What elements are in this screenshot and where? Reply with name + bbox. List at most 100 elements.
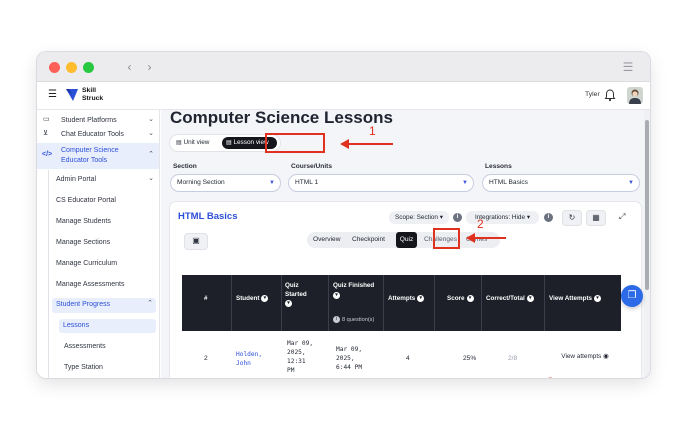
column-header-attempts[interactable]: Attempts ▾ [388,294,425,303]
sidebar-item-manage-assessments[interactable]: Manage Assessments [37,279,159,292]
sidebar-item-label: Type Station [64,364,103,371]
correct-total-value: 2/8 [508,355,518,362]
annotation-arrowhead-1 [340,139,349,149]
refresh-icon[interactable]: ↻ [562,210,582,226]
column-divider [544,275,545,331]
expand-icon[interactable]: ⤢ [619,212,625,222]
sidebar-item-assessments[interactable]: Assessments [37,341,159,354]
code-icon: </> [42,151,53,158]
sidebar-item-manage-students[interactable]: Manage Students [37,216,159,229]
student-name-line2: John [236,360,251,367]
quiz-started-value: Mar 09, 2025, 12:31 PM [287,339,313,375]
column-header-label: View Attempts [549,295,593,302]
sidebar-item-chat-educator-tools[interactable]: ⊻ Chat Educator Tools ⌄ [37,129,159,142]
sidebar-toggle-icon[interactable]: ☰ [620,60,636,74]
course-units-select-value: HTML 1 [295,179,319,186]
minimize-window-button[interactable] [66,62,77,73]
column-header-label: Score [447,295,465,302]
back-icon[interactable]: ‹ [121,59,138,76]
lessons-select[interactable]: HTML Basics ▼ [482,174,640,192]
column-header-student[interactable]: Student ▾ [236,294,269,303]
annotation-step-2: 2 [477,217,484,231]
chevron-up-icon: ⌃ [147,300,153,307]
download-box-icon: ⊻ [43,130,49,137]
logo-text-line1: Skill [82,87,96,94]
section-select[interactable]: Morning Section ▼ [170,174,281,192]
view-attempts-button[interactable]: View attempts ◉ [552,349,618,364]
column-divider [281,275,282,331]
annotation-step-3: 3 [547,375,554,378]
sidebar-item-manage-sections[interactable]: Manage Sections [37,237,159,250]
chart-icon[interactable]: ▣ [184,233,208,250]
unit-view-button[interactable]: ▤ Unit view [174,137,222,149]
sidebar-item-label: Student Platforms [61,117,117,124]
annotation-arrow-2 [474,237,506,239]
sidebar-item-cs-educator-portal[interactable]: CS Educator Portal [37,195,159,208]
student-name-line1: Holden, [236,351,263,358]
quiz-started-line1: Mar 09, [287,340,314,347]
column-header-label: Quiz [285,282,299,289]
book-icon: ▤ [226,140,232,146]
column-header-view-attempts[interactable]: View Attempts ▾ [549,294,602,303]
sidebar-item-computer-science-educator-tools[interactable]: </> Computer Science Educator Tools ⌃ [37,143,159,169]
column-header-score[interactable]: Score ▾ [447,294,474,303]
avatar[interactable] [627,87,643,104]
sidebar-item-student-progress[interactable]: Student Progress ⌃ [52,298,156,313]
sort-icon[interactable]: ▾ [417,294,425,302]
lesson-title: HTML Basics [178,211,238,222]
close-window-button[interactable] [49,62,60,73]
quiz-finished-line1: Mar 09, [336,346,363,353]
quiz-started-line4: PM [287,367,295,374]
scope-dropdown[interactable]: Scope: Section ▾ [389,211,449,224]
quiz-finished-line2: 2025, [336,355,355,362]
table-icon[interactable]: ▦ [586,210,606,226]
sort-icon[interactable]: ▾ [466,294,474,302]
unit-view-label: Unit view [183,139,210,146]
sidebar-item-type-station[interactable]: Type Station [37,362,159,375]
info-icon[interactable]: i [544,213,553,222]
window-icon: ▭ [43,116,50,123]
sidebar-item-student-platforms[interactable]: ▭ Student Platforms ⌄ [37,115,159,128]
chevron-down-icon: ⌄ [148,116,154,123]
quiz-started-line2: 2025, [287,349,306,356]
tab-quiz[interactable]: Quiz [396,232,417,248]
sidebar-item-label: Assessments [64,343,106,350]
student-name-link[interactable]: Holden, John [236,350,262,368]
section-select-value: Morning Section [177,179,225,186]
sort-icon[interactable]: ▾ [285,299,292,307]
course-units-label: Course/Units [291,163,333,170]
tab-checkpoint[interactable]: Checkpoint [352,232,385,248]
scrollbar-thumb[interactable] [645,120,649,290]
chevron-down-icon: ⌄ [148,175,154,182]
scrollbar[interactable] [644,110,650,378]
score-value: 25% [463,355,477,362]
sort-icon[interactable]: ▾ [594,294,602,302]
info-icon[interactable]: i [453,213,462,222]
sidebar-item-manage-curriculum[interactable]: Manage Curriculum [37,258,159,271]
course-units-select[interactable]: HTML 1 ▼ [288,174,474,192]
chevron-down-icon: ▼ [269,180,275,186]
sidebar-item-lessons[interactable]: Lessons [59,319,156,333]
zoom-window-button[interactable] [83,62,94,73]
sort-icon[interactable]: ▾ [261,294,269,302]
forward-icon[interactable]: › [141,59,158,76]
hamburger-menu-icon[interactable]: ☰ [48,89,57,100]
sort-icon[interactable]: ▾ [526,294,534,302]
sidebar-item-admin-portal[interactable]: Admin Portal ⌄ [37,174,159,187]
column-divider [328,275,329,331]
column-header-quiz-started[interactable]: Quiz Started ▾ [285,281,307,308]
column-header-correct-total[interactable]: Correct/Total ▾ [486,294,534,303]
sort-icon[interactable]: ▾ [333,291,340,299]
tab-overview[interactable]: Overview [313,232,340,248]
browser-window: ‹ › ☰ ☰ Skill Struck Tyler ▭ Student Pla… [37,52,650,378]
logo-text: Skill Struck [82,87,103,102]
sidebar-item-label: Admin Portal [56,176,97,183]
questions-note: i8 question(s) [333,316,374,325]
skillstruck-logo-icon[interactable] [65,87,79,103]
lesson-view-label: Lesson view [233,139,269,146]
lessons-label: Lessons [485,163,512,170]
chat-icon[interactable]: ❐ [621,285,643,307]
column-header-quiz-finished[interactable]: Quiz Finished ▾ [333,281,374,300]
questions-note-text: 8 question(s) [342,317,375,323]
bell-icon[interactable] [604,89,616,102]
